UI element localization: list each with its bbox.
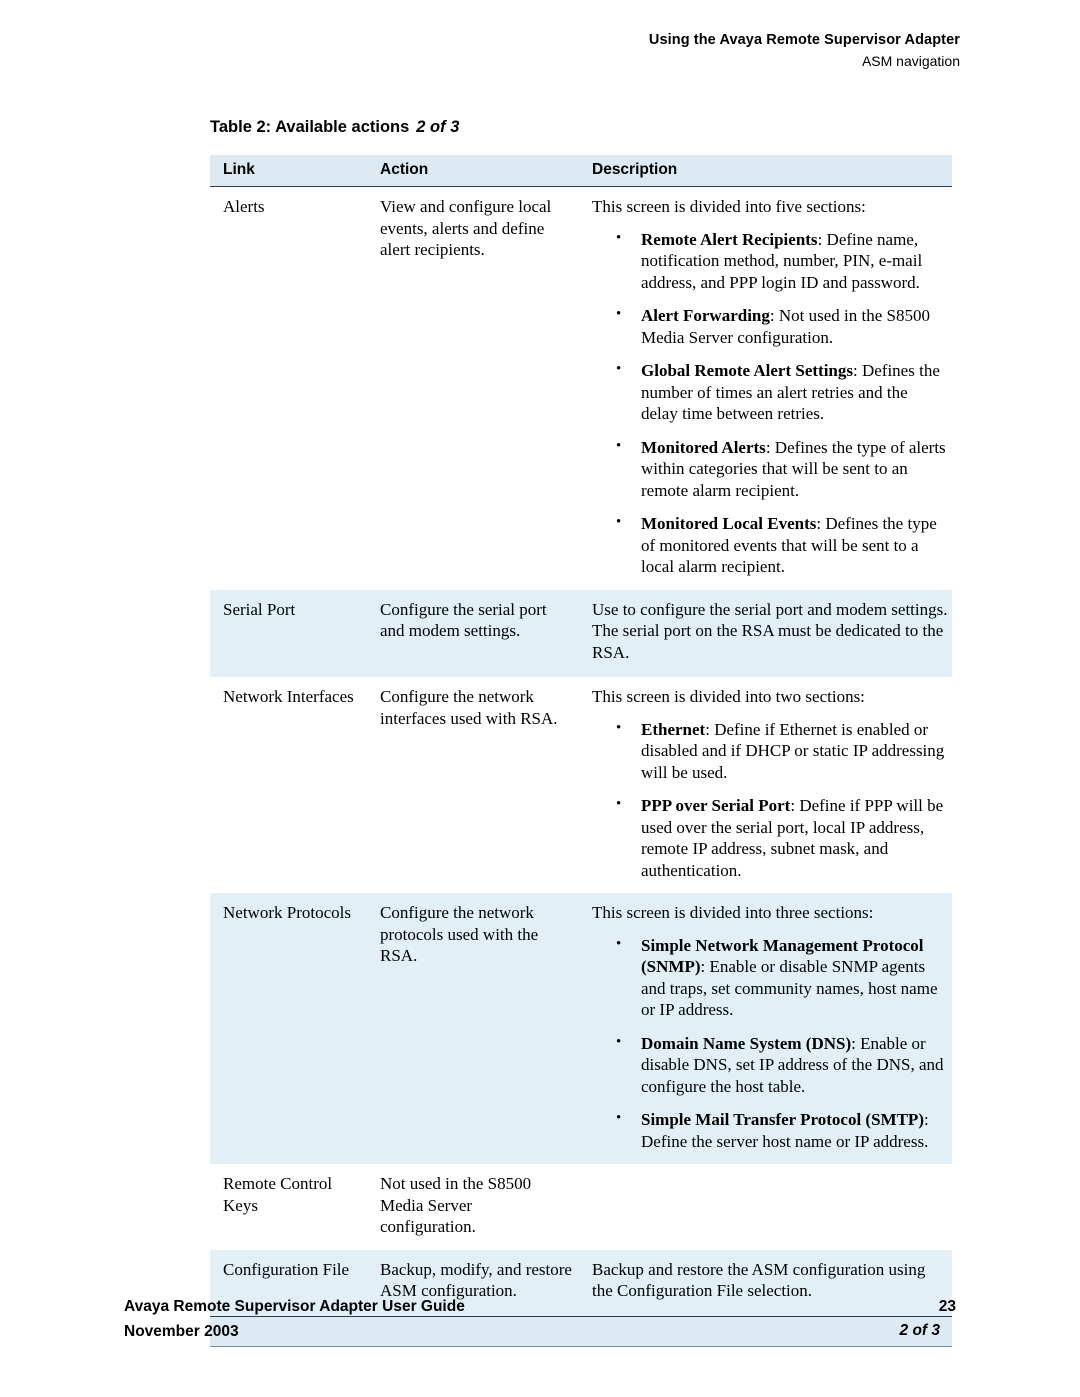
bullet-item: • Monitored Alerts: Defines the type of a… — [592, 437, 948, 502]
running-header-subtitle: ASM navigation — [861, 53, 960, 69]
table-caption-label: Table 2: Available actions — [210, 118, 410, 136]
cell-link: Alerts — [210, 186, 367, 590]
bullet-term: Monitored Alerts — [641, 437, 766, 457]
column-header-description: Description — [582, 155, 952, 187]
cell-action: View and configure local events, alerts … — [367, 186, 582, 590]
footer-doc-title-line: Avaya Remote Supervisor Adapter User Gui… — [124, 1296, 956, 1317]
bullet-dot-icon: • — [616, 437, 622, 454]
table-header-row: Link Action Description — [210, 155, 952, 187]
description-lead: This screen is divided into two sections… — [592, 687, 865, 706]
cell-description: Use to configure the serial port and mod… — [582, 589, 952, 677]
bullet-item: • Global Remote Alert Settings: Defines t… — [592, 360, 948, 425]
cell-link: Remote Control Keys — [210, 1164, 367, 1250]
footer-doc-title: Avaya Remote Supervisor Adapter User Gui… — [124, 1298, 465, 1315]
table-row: Serial Port Configure the serial port and… — [210, 589, 952, 677]
cell-action: Configure the serial port and modem sett… — [367, 589, 582, 677]
cell-description: This screen is divided into five section… — [582, 186, 952, 590]
bullet-dot-icon: • — [616, 1110, 622, 1126]
bullet-term: Monitored Local Events — [641, 514, 817, 533]
description-bullet-list: • Ethernet: Define if Ethernet is enabled… — [592, 719, 948, 882]
bullet-term: Domain Name System (DNS) — [641, 1033, 852, 1053]
table-row: Remote Control Keys Not used in the S8500… — [210, 1164, 952, 1250]
table-header: Link Action Description — [210, 155, 952, 187]
bullet-dot-icon: • — [616, 514, 622, 530]
table-caption-count: 2 of 3 — [416, 118, 460, 136]
table-row: Network Interfaces Configure the network … — [210, 677, 952, 893]
table-row: Network Protocols Configure the network p… — [210, 893, 952, 1164]
bullet-dot-icon: • — [616, 306, 622, 322]
bullet-item: • PPP over Serial Port: Define if PPP wil… — [592, 795, 948, 881]
bullet-item: • Alert Forwarding: Not used in the S8500… — [592, 305, 948, 348]
description-bullet-list: • Simple Network Management Protocol (SNM… — [592, 935, 948, 1153]
bullet-term: Remote Alert Recipients — [641, 229, 818, 249]
bullet-term: Simple Mail Transfer Protocol (SMTP) — [641, 1110, 924, 1129]
cell-action: Configure the network interfaces used wi… — [367, 677, 582, 893]
bullet-dot-icon: • — [616, 796, 622, 812]
description-lead: This screen is divided into five section… — [592, 197, 866, 216]
cell-action: Not used in the S8500 Media Server confi… — [367, 1164, 582, 1250]
description-bullet-list: • Remote Alert Recipients: Define name, n… — [592, 229, 948, 578]
bullet-item: • Monitored Local Events: Defines the typ… — [592, 513, 948, 578]
bullet-term: PPP over Serial Port — [641, 796, 791, 815]
bullet-item: • Domain Name System (DNS): Enable or dis… — [592, 1033, 948, 1098]
bullet-dot-icon: • — [616, 719, 622, 736]
bullet-term: Alert Forwarding — [641, 306, 770, 325]
page-number: 23 — [938, 1298, 956, 1315]
page-footer: Avaya Remote Supervisor Adapter User Gui… — [124, 1296, 956, 1342]
cell-description — [582, 1164, 952, 1250]
bullet-term: Global Remote Alert Settings — [641, 361, 853, 380]
cell-link: Network Interfaces — [210, 677, 367, 893]
table-caption: Table 2: Available actions 2 of 3 — [210, 118, 459, 137]
running-header: Using the Avaya Remote Supervisor Adapte… — [649, 30, 960, 72]
table-body: Alerts View and configure local events, a… — [210, 186, 952, 1317]
column-header-action: Action — [367, 155, 582, 187]
bullet-item: • Simple Mail Transfer Protocol (SMTP): D… — [592, 1109, 948, 1152]
bullet-item: • Remote Alert Recipients: Define name, n… — [592, 229, 948, 294]
description-lead: Use to configure the serial port and mod… — [592, 599, 948, 662]
cell-link: Network Protocols — [210, 893, 367, 1164]
bullet-term: Ethernet — [641, 719, 706, 739]
footer-date: November 2003 — [124, 1323, 239, 1340]
table-row: Alerts View and configure local events, a… — [210, 186, 952, 590]
cell-description: This screen is divided into three sectio… — [582, 893, 952, 1164]
bullet-dot-icon: • — [616, 229, 622, 246]
description-lead: This screen is divided into three sectio… — [592, 903, 874, 922]
column-header-link: Link — [210, 155, 367, 187]
bullet-dot-icon: • — [616, 1033, 622, 1050]
bullet-item: • Simple Network Management Protocol (SNM… — [592, 935, 948, 1021]
cell-link: Serial Port — [210, 589, 367, 677]
cell-description: This screen is divided into two sections… — [582, 677, 952, 893]
cell-action: Configure the network protocols used wit… — [367, 893, 582, 1164]
bullet-dot-icon: • — [616, 935, 622, 952]
bullet-item: • Ethernet: Define if Ethernet is enabled… — [592, 719, 948, 784]
available-actions-table: Link Action Description Alerts View and c… — [210, 155, 952, 1347]
bullet-dot-icon: • — [616, 361, 622, 377]
running-header-title: Using the Avaya Remote Supervisor Adapte… — [648, 32, 960, 48]
